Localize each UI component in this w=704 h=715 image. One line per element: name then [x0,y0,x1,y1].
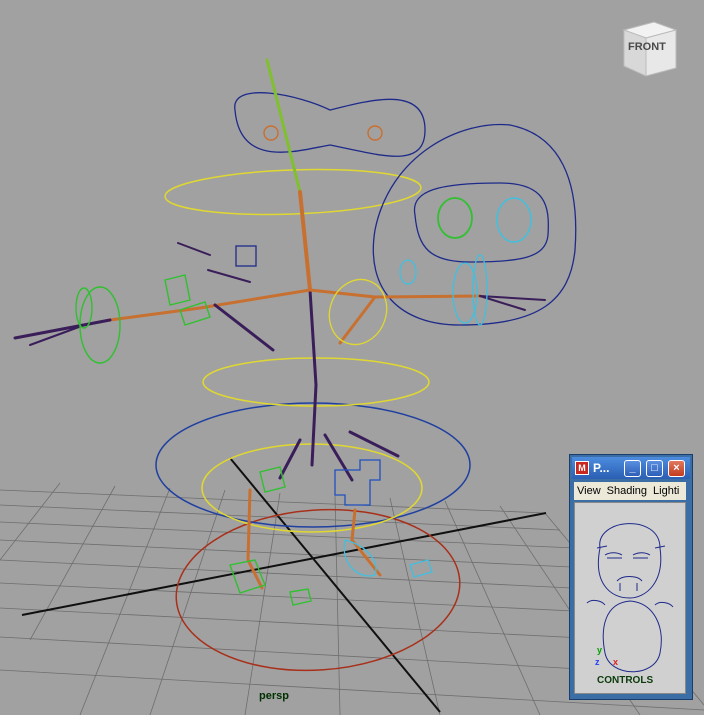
panel-title: P... [593,461,610,475]
face-controls-drawing[interactable] [575,503,685,693]
panel-window[interactable]: M P... _ □ × View Shading Lighti y z x C… [569,454,693,700]
hand-controls [75,274,312,606]
axis-y-label: y [597,645,603,655]
panel-titlebar[interactable]: M P... _ □ × [572,457,690,479]
maya-icon: M [575,461,589,475]
left-eye-control [437,197,473,239]
arm-bones [13,242,546,352]
axis-x-label: x [613,657,619,667]
controls-viewport[interactable]: y z x CONTROLS [574,502,686,694]
close-button[interactable]: × [668,460,685,477]
menu-view[interactable]: View [574,485,604,497]
menu-shading[interactable]: Shading [604,485,650,497]
maximize-button[interactable]: □ [646,460,663,477]
menu-lighting[interactable]: Lighti [650,485,682,497]
chest-control-circle [164,168,422,216]
right-eye-control [496,197,532,243]
cube-locator [235,245,257,267]
camera-label: persp [259,690,289,702]
eyebrow-control [234,92,426,157]
minimize-button[interactable]: _ [624,460,641,477]
perspective-viewport[interactable]: persp FRONT M P... _ □ × View Shading Ligh… [0,0,704,715]
grid-axes [21,457,547,713]
axis-z-label: z [595,657,600,667]
panel-menubar: View Shading Lighti [574,482,686,500]
shoulder-control [328,278,388,346]
foot-control [334,459,381,506]
controls-camera-label: CONTROLS [597,675,654,686]
viewcube-front-label[interactable]: FRONT [628,41,666,53]
eye-panel [413,182,550,263]
